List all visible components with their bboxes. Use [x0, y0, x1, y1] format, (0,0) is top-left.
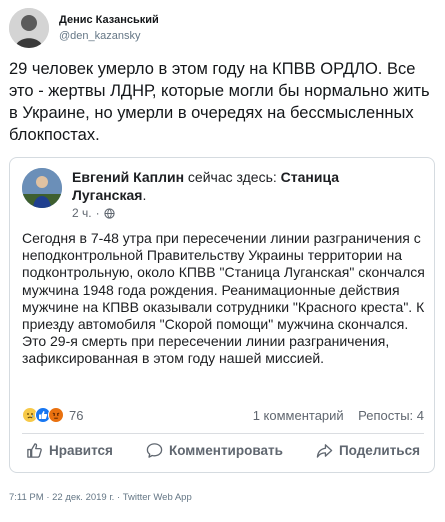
thumbs-up-icon — [27, 443, 42, 458]
embed-header: Евгений Каплин сейчас здесь: Станица Луг… — [22, 168, 402, 220]
comment-label: Комментировать — [169, 443, 283, 458]
embed-title-middle: сейчас здесь: — [184, 169, 281, 185]
like-button[interactable]: Нравится — [22, 438, 117, 463]
author-name[interactable]: Денис Казанський — [59, 12, 159, 28]
tweet-timestamp[interactable]: 7:11 PM · 22 дек. 2019 г. · Twitter Web … — [9, 492, 192, 503]
embed-title-end: . — [142, 187, 147, 203]
share-label: Поделиться — [338, 443, 420, 458]
embed-body: Сегодня в 7-48 утра при пересечении лини… — [22, 230, 425, 367]
author-handle[interactable]: @den_kazansky — [59, 28, 159, 44]
author-avatar[interactable] — [9, 8, 49, 48]
tweet-text: 29 человек умерло в этом году на КПВВ ОР… — [9, 60, 430, 144]
embed-time[interactable]: 2 ч. — [72, 206, 92, 220]
reactions-count: 76 — [69, 407, 84, 423]
comments-count[interactable]: 1 комментарий — [253, 408, 344, 423]
share-icon — [316, 444, 333, 458]
embed-actions: Нравится Комментировать Поделиться — [22, 438, 424, 463]
embed-reactions-bar: 76 1 комментарий Репосты: 4 — [22, 407, 424, 423]
embed-author-avatar[interactable] — [22, 168, 62, 208]
angry-reaction-icon — [48, 407, 64, 423]
embed-title: Евгений Каплин сейчас здесь: Станица Луг… — [72, 168, 402, 204]
globe-icon — [103, 207, 115, 219]
comment-button[interactable]: Комментировать — [142, 438, 287, 463]
embed-meta: 2 ч. · — [72, 206, 402, 220]
facebook-post-embed[interactable]: Евгений Каплин сейчас здесь: Станица Луг… — [9, 157, 435, 473]
shares-count[interactable]: Репосты: 4 — [358, 408, 424, 423]
divider — [22, 433, 424, 434]
like-label: Нравится — [49, 443, 113, 458]
tweet-author: Денис Казанський @den_kazansky — [9, 8, 159, 48]
comment-icon — [146, 443, 163, 458]
embed-author-name[interactable]: Евгений Каплин — [72, 169, 184, 185]
reactions-summary[interactable]: 76 — [22, 407, 83, 423]
tweet: Денис Казанський @den_kazansky 29 челове… — [0, 0, 445, 522]
share-button[interactable]: Поделиться — [312, 438, 424, 463]
